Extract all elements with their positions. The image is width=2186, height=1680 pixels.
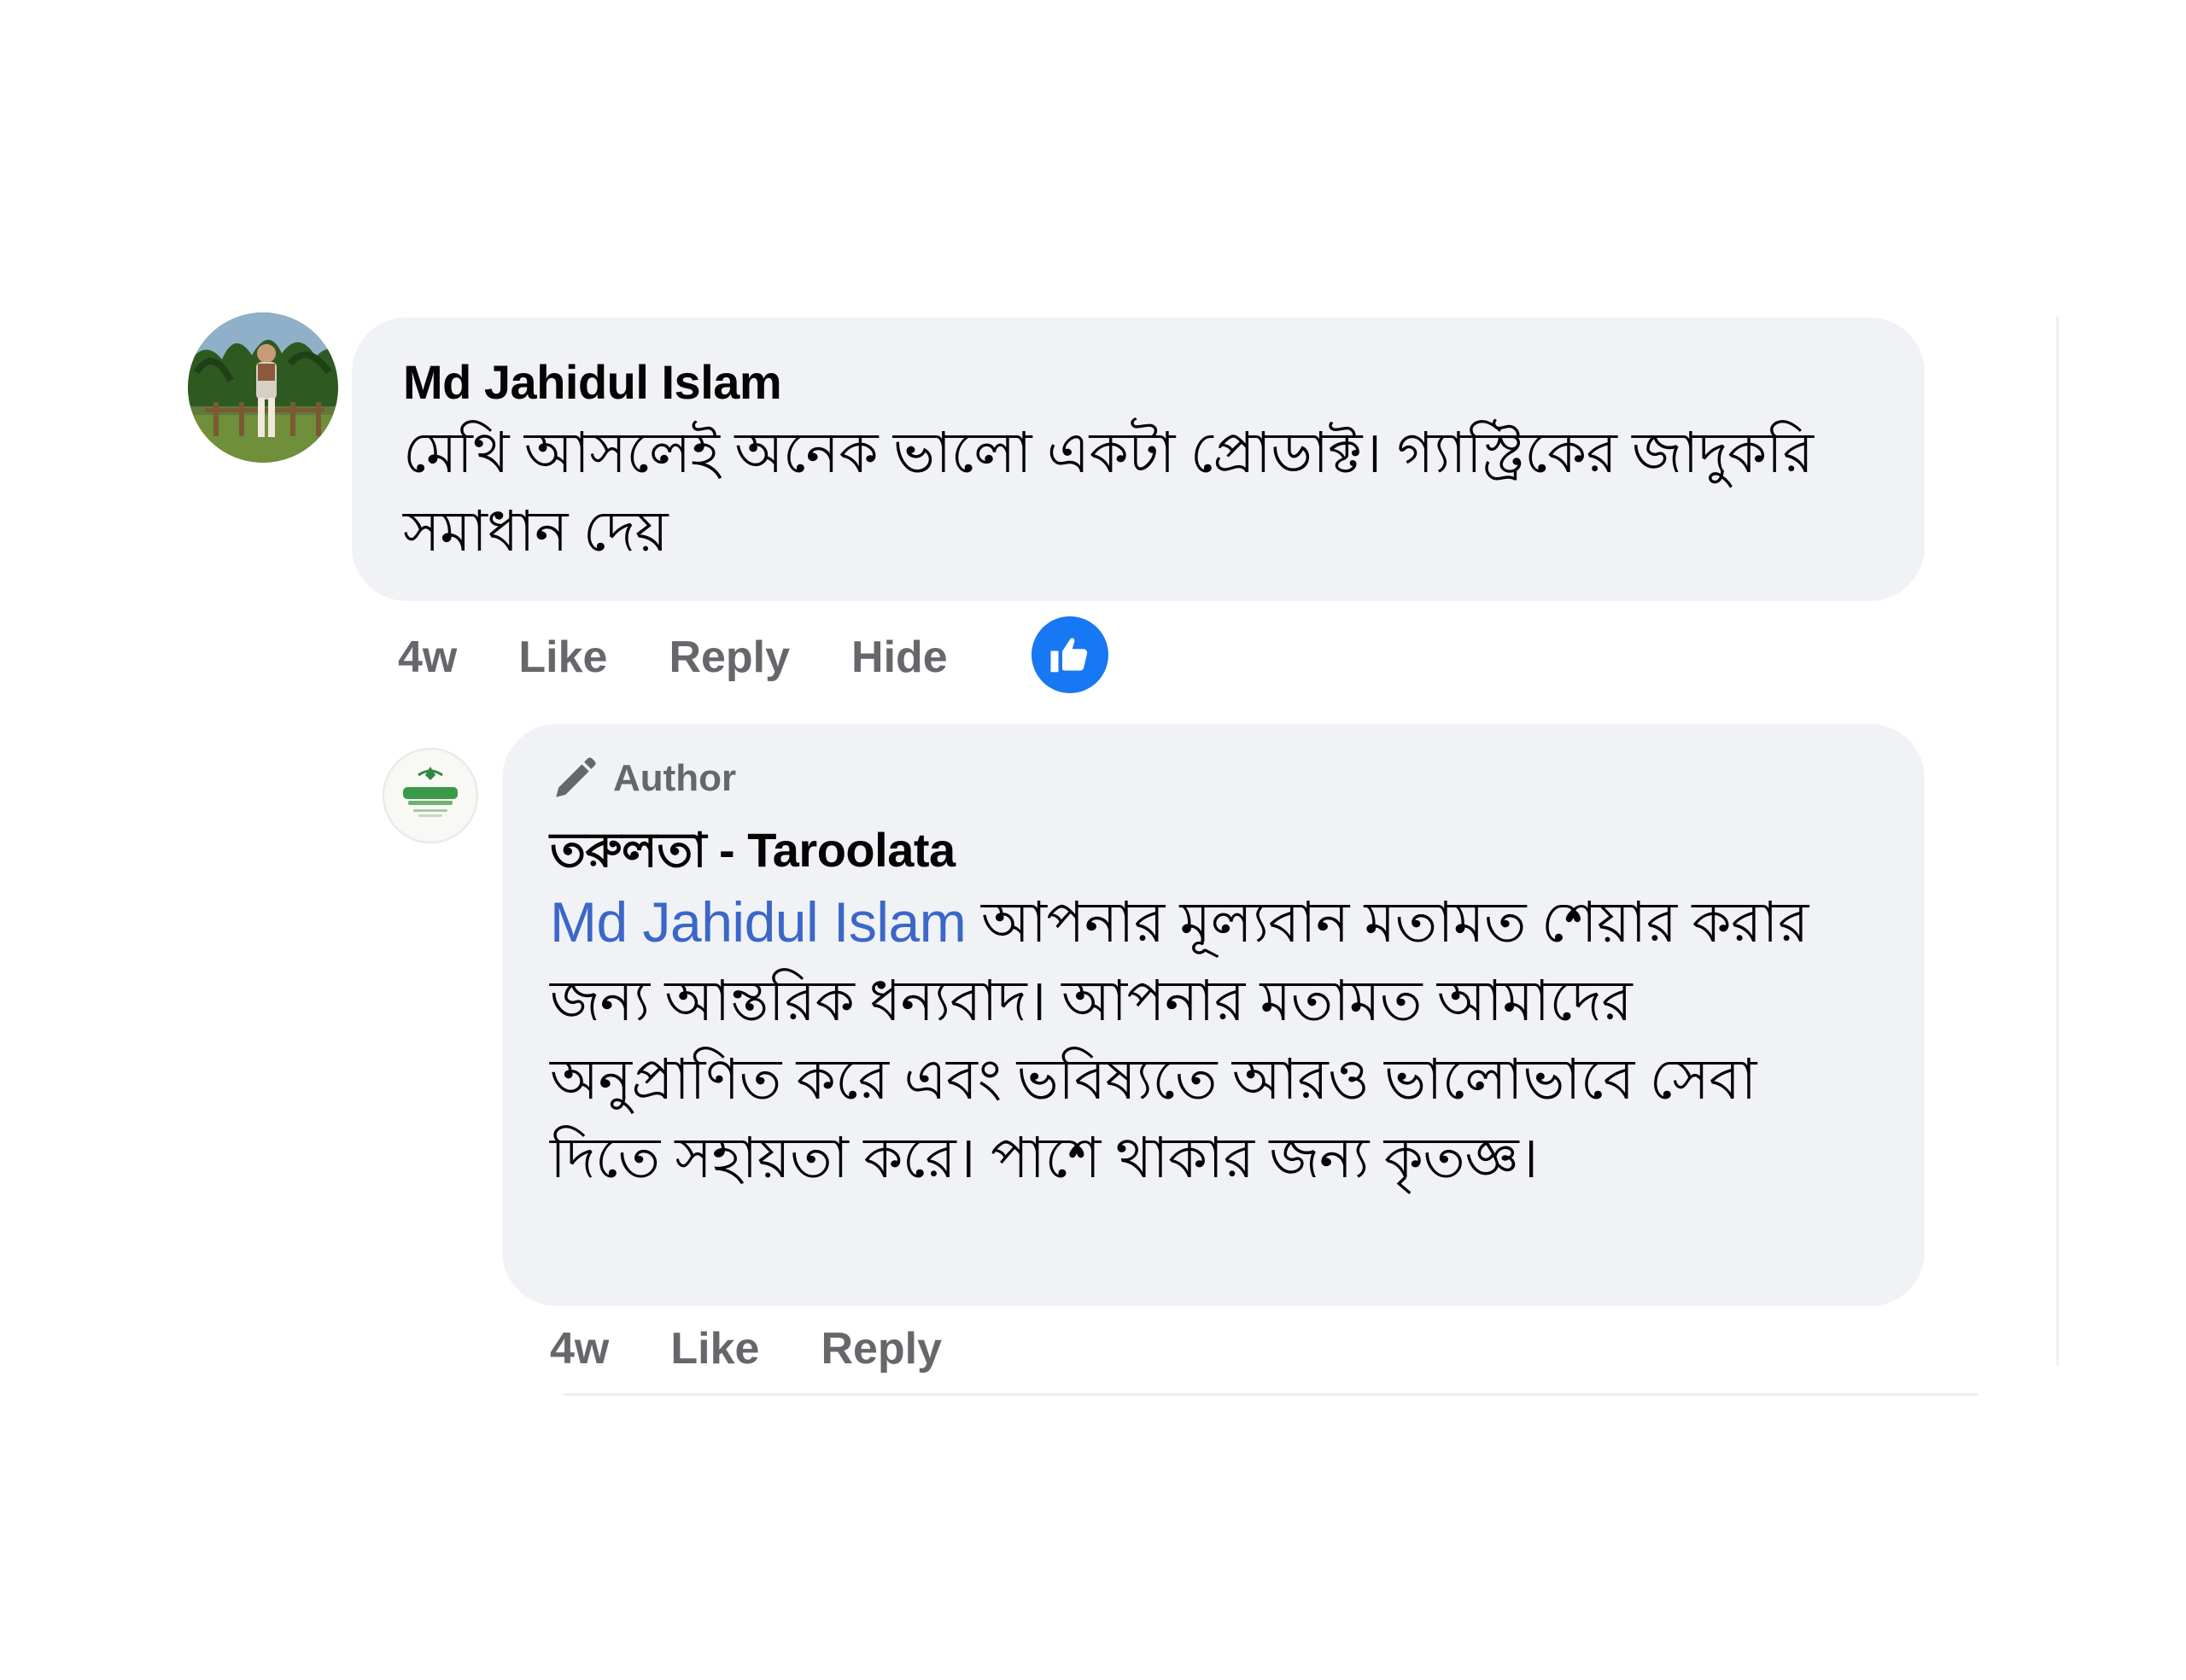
commenter-name[interactable]: Md Jahidul Islam <box>403 355 1873 410</box>
pen-icon <box>550 754 599 803</box>
commenter-photo <box>188 312 338 463</box>
panel-edge <box>2056 316 2059 1366</box>
reply-bubble: Author তরুলতা - Taroolata Md Jahidul Isl… <box>502 724 1925 1306</box>
comment-thread: Md Jahidul Islam মেথি আসলেই অনেক ভালো এক… <box>0 0 2186 1680</box>
thumbs-up-icon[interactable] <box>1032 616 1108 693</box>
author-badge-label: Author <box>613 757 737 799</box>
divider <box>564 1393 1978 1396</box>
like-button[interactable]: Like <box>518 632 607 683</box>
comment-text: মেথি আসলেই অনেক ভালো একটা প্রোডাক্ট। গ্য… <box>403 421 1814 563</box>
reply-text: Md Jahidul Islam আপনার মূল্যবান মতামত শে… <box>550 883 1877 1197</box>
reply-button[interactable]: Reply <box>669 632 790 683</box>
reply-actions: 4w Like Reply <box>550 1315 1003 1383</box>
author-badge: Author <box>550 753 1877 804</box>
comment-actions: 4w Like Reply Hide <box>398 623 1009 691</box>
reply-like-button[interactable]: Like <box>670 1323 759 1374</box>
page-name[interactable]: তরুলতা - Taroolata <box>550 823 1877 878</box>
reply-reply-button[interactable]: Reply <box>821 1323 942 1374</box>
commenter-avatar[interactable] <box>188 312 338 463</box>
hide-button[interactable]: Hide <box>851 632 948 683</box>
comment-bubble: Md Jahidul Islam মেথি আসলেই অনেক ভালো এক… <box>352 318 1925 601</box>
reply-timestamp[interactable]: 4w <box>550 1323 609 1374</box>
comment-timestamp[interactable]: 4w <box>398 632 457 683</box>
page-logo <box>386 751 475 840</box>
page-avatar[interactable] <box>383 748 478 843</box>
mention-link[interactable]: Md Jahidul Islam <box>550 890 967 954</box>
